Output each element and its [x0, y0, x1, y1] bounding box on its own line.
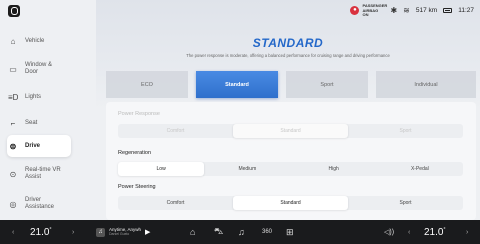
- lights-icon: ≡D: [8, 92, 19, 102]
- degree-symbol: °: [49, 226, 52, 233]
- seat-icon: ⌐: [10, 118, 16, 128]
- power-steering-selector: Comfort Standard Sport: [118, 196, 463, 210]
- power-steering-sport[interactable]: Sport: [348, 196, 463, 210]
- wifi-icon: ≋: [403, 6, 410, 16]
- volume-icon: ◁)): [384, 229, 395, 236]
- car-icon: ⌂: [10, 36, 16, 46]
- sidebar-item-label: Driver Assistance: [25, 197, 55, 210]
- 360-camera-icon: 360: [262, 229, 273, 235]
- brand-logo-icon: [8, 5, 20, 17]
- sidebar-item-label: Window & Door: [25, 62, 53, 75]
- sidebar-item-window-door[interactable]: ▭ Window & Door: [8, 58, 68, 80]
- degree-symbol: °: [443, 226, 446, 233]
- temp-up-right-button[interactable]: ›: [466, 220, 468, 244]
- range-readout: 517 km: [415, 7, 438, 15]
- now-playing-widget[interactable]: ♫ Anytime, Anywh Daniel Guelo ▶: [96, 220, 150, 244]
- sidebar-item-drive[interactable]: ⊜ Drive: [7, 135, 71, 157]
- apps-button[interactable]: ⊞: [286, 220, 294, 244]
- right-temperature-value: 21.0: [424, 226, 444, 238]
- home-button[interactable]: ⌂: [190, 220, 195, 244]
- regeneration-medium[interactable]: Medium: [204, 162, 290, 176]
- power-response-standard: Standard: [233, 124, 348, 138]
- left-temperature[interactable]: 21.0 °: [30, 220, 51, 244]
- sidebar-item-vr-assist[interactable]: ⊙ Real-time VR Assist: [8, 163, 68, 185]
- sidebar-item-label: Real-time VR Assist: [25, 167, 61, 180]
- power-response-sport: Sport: [399, 128, 412, 134]
- regeneration-high[interactable]: High: [291, 162, 377, 176]
- play-icon[interactable]: ▶: [145, 228, 150, 236]
- volume-button[interactable]: ◁)): [384, 220, 394, 244]
- sidebar-item-label: Seat: [25, 119, 38, 126]
- sidebar-item-driver-assistance[interactable]: ◎ Driver Assistance: [8, 193, 68, 215]
- battery-icon: [443, 8, 453, 14]
- drive-mode-description: The power response is moderate, offering…: [186, 53, 390, 58]
- power-steering-title: Power Steering: [118, 184, 156, 190]
- airbag-icon: ●: [350, 6, 360, 16]
- album-art-icon: ♫: [96, 227, 105, 237]
- power-response-comfort: Comfort: [166, 128, 185, 134]
- sidebar-item-seat[interactable]: ⌐ Seat: [8, 112, 68, 134]
- mode-tab-eco[interactable]: ECO: [106, 71, 188, 98]
- sidebar-item-label: Drive: [25, 142, 41, 149]
- temp-down-left-button[interactable]: ‹: [12, 220, 14, 244]
- bluetooth-icon: ✱: [390, 6, 398, 16]
- apps-grid-icon: ⊞: [286, 226, 294, 237]
- drive-options-card: Power Response Comfort Standard Sport Re…: [106, 102, 476, 220]
- regeneration-selector: Low Medium High X-Pedal: [118, 162, 463, 176]
- drive-mode-selector: ECO Standard Sport Individual: [106, 71, 476, 98]
- sidebar-item-label: Vehicle: [25, 37, 45, 44]
- home-icon: ⌂: [190, 227, 196, 237]
- window-icon: ▭: [9, 64, 17, 74]
- steering-wheel-icon: ⊜: [9, 141, 17, 151]
- temp-up-left-button[interactable]: ›: [72, 220, 74, 244]
- camera-360-button[interactable]: 360: [262, 220, 272, 244]
- mode-tab-individual[interactable]: Individual: [376, 71, 476, 98]
- drive-settings-panel: STANDARD The power response is moderate,…: [96, 22, 480, 220]
- right-temperature[interactable]: 21.0 °: [424, 220, 445, 244]
- regeneration-title: Regeneration: [118, 150, 152, 156]
- car-icon: ⛍: [214, 226, 224, 236]
- mode-tab-standard[interactable]: Standard: [196, 71, 278, 98]
- music-icon: ♫: [238, 227, 245, 237]
- sidebar-item-vehicle[interactable]: ⌂ Vehicle: [8, 30, 68, 52]
- drive-mode-title: STANDARD: [252, 36, 324, 50]
- regeneration-x-pedal[interactable]: X-Pedal: [377, 162, 463, 176]
- regeneration-low[interactable]: Low: [118, 162, 205, 176]
- left-temperature-value: 21.0: [30, 226, 50, 238]
- driver-assist-icon: ◎: [9, 199, 17, 209]
- car-button[interactable]: ⛍: [214, 220, 223, 244]
- chevron-left-icon: ‹: [12, 228, 15, 236]
- power-response-selector: Comfort Standard Sport: [118, 124, 463, 138]
- music-button[interactable]: ♫: [238, 220, 245, 244]
- temp-down-right-button[interactable]: ‹: [408, 220, 410, 244]
- chevron-right-icon: ›: [72, 228, 75, 236]
- sidebar-item-label: Lights: [25, 93, 42, 100]
- bottom-dock: ‹ 21.0 ° › ♫ Anytime, Anywh Daniel Guelo …: [0, 220, 480, 244]
- settings-sidebar: ⌂ Vehicle ▭ Window & Door ≡D Lights ⌐ Se…: [0, 22, 96, 220]
- airbag-line2: AIRBAG ON: [362, 7, 379, 17]
- chevron-left-icon: ‹: [408, 228, 411, 236]
- sidebar-item-lights[interactable]: ≡D Lights: [8, 86, 68, 108]
- vr-assist-icon: ⊙: [9, 169, 17, 179]
- mode-tab-sport[interactable]: Sport: [286, 71, 368, 98]
- passenger-airbag-indicator: ● PASSENGER AIRBAG ON: [350, 3, 387, 18]
- song-artist: Daniel Guelo: [109, 232, 130, 236]
- clock: 11:27: [458, 7, 474, 15]
- power-steering-standard[interactable]: Standard: [233, 196, 348, 210]
- power-response-title: Power Response: [118, 111, 160, 117]
- power-steering-comfort[interactable]: Comfort: [118, 196, 233, 210]
- chevron-right-icon: ›: [466, 228, 469, 236]
- status-indicators: ● PASSENGER AIRBAG ON ✱ ≋ 517 km 11:27: [350, 3, 474, 18]
- status-bar: ● PASSENGER AIRBAG ON ✱ ≋ 517 km 11:27: [0, 0, 480, 22]
